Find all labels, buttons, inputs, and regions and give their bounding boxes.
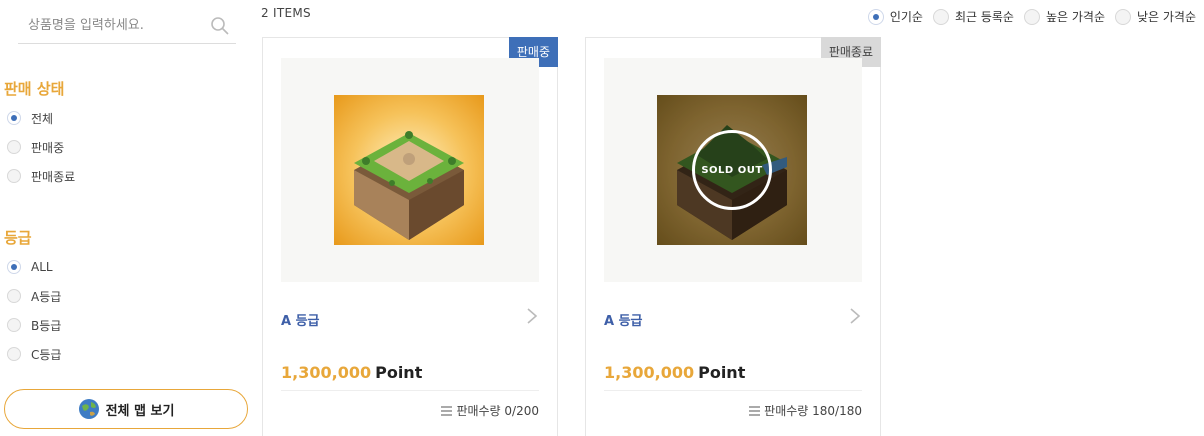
radio-unchecked[interactable] — [1023, 8, 1040, 25]
product-grade: A 등급 — [281, 314, 320, 329]
sale-quantity: 판매수량 0/200 — [441, 402, 539, 419]
sale-status-option-label: 판매종료 — [31, 169, 76, 184]
radio-checked[interactable] — [867, 8, 884, 25]
sort-option-label: 최근 등록순 — [954, 10, 1014, 24]
sale-quantity-text: 판매수량 0/200 — [456, 404, 539, 418]
product-card[interactable]: 판매종료 SOLD OUT A 등급 1,300,000 Point 판매수량 … — [585, 37, 881, 436]
grade-option-label: A등급 — [31, 289, 62, 304]
radio-unchecked[interactable] — [7, 289, 21, 303]
product-card[interactable]: 판매중 A 등급 1,300,000 Point 판매수량 0/200 — [262, 37, 558, 436]
sale-quantity: 판매수량 180/180 — [749, 402, 862, 419]
radio-unchecked[interactable] — [7, 169, 21, 183]
view-full-map-label: 전체 맵 보기 — [105, 403, 175, 419]
sort-option-recent[interactable]: 최근 등록순 — [932, 8, 1014, 25]
sort-option-label: 낮은 가격순 — [1136, 10, 1196, 24]
sale-status-option-ended[interactable]: 판매종료 — [7, 166, 75, 186]
price: 1,300,000 Point — [281, 363, 422, 382]
chevron-right-icon[interactable] — [848, 306, 862, 326]
radio-unchecked[interactable] — [7, 347, 21, 361]
grade-option-b[interactable]: B등급 — [7, 315, 61, 335]
sort-options: 인기순 최근 등록순 높은 가격순 낮은 가격순 — [858, 8, 1196, 25]
price-value: 1,300,000 — [604, 363, 695, 382]
product-image — [334, 95, 484, 245]
grade-option-a[interactable]: A등급 — [7, 286, 61, 306]
search-bar — [18, 6, 236, 44]
divider — [604, 390, 862, 391]
sort-option-label: 높은 가격순 — [1045, 10, 1105, 24]
radio-checked[interactable] — [7, 260, 21, 274]
sold-out-label: SOLD OUT — [692, 130, 772, 210]
grade-option-label: ALL — [31, 260, 53, 274]
chevron-right-icon[interactable] — [525, 306, 539, 326]
sale-quantity-text: 판매수량 180/180 — [764, 404, 862, 418]
grade-option-label: C등급 — [31, 347, 62, 362]
sale-status-title: 판매 상태 — [4, 80, 65, 98]
radio-checked[interactable] — [7, 111, 21, 125]
sort-option-price-low[interactable]: 낮은 가격순 — [1114, 8, 1196, 25]
grade-option-label: B등급 — [31, 318, 62, 333]
sale-status-option-on-sale[interactable]: 판매중 — [7, 137, 64, 157]
price-value: 1,300,000 — [281, 363, 372, 382]
sold-out-overlay: SOLD OUT — [657, 95, 807, 245]
sort-option-popular[interactable]: 인기순 — [867, 8, 923, 25]
divider — [281, 390, 539, 391]
item-count: 2 ITEMS — [261, 6, 311, 20]
search-icon[interactable] — [210, 16, 230, 36]
product-grade: A 등급 — [604, 314, 643, 329]
grade-option-c[interactable]: C등급 — [7, 344, 61, 364]
list-icon — [749, 405, 761, 416]
grade-title: 등급 — [4, 229, 32, 247]
radio-unchecked[interactable] — [1114, 8, 1131, 25]
globe-icon — [78, 399, 99, 419]
radio-unchecked[interactable] — [7, 318, 21, 332]
price-unit: Point — [375, 363, 423, 382]
price: 1,300,000 Point — [604, 363, 745, 382]
product-thumbnail-frame — [281, 58, 539, 282]
price-unit: Point — [698, 363, 746, 382]
sort-option-price-high[interactable]: 높은 가격순 — [1023, 8, 1105, 25]
radio-unchecked[interactable] — [7, 140, 21, 154]
radio-unchecked[interactable] — [932, 8, 949, 25]
view-full-map-button[interactable]: 전체 맵 보기 — [4, 389, 248, 429]
product-thumbnail-frame: SOLD OUT — [604, 58, 862, 282]
search-input[interactable] — [18, 12, 198, 38]
filter-sidebar: 판매 상태 전체 판매중 판매종료 등급 ALL A등급 B등급 C등급 전체 … — [0, 0, 250, 436]
grade-option-all[interactable]: ALL — [7, 257, 53, 277]
sale-status-option-all[interactable]: 전체 — [7, 108, 53, 128]
sort-option-label: 인기순 — [889, 10, 923, 24]
list-icon — [441, 405, 453, 416]
sale-status-option-label: 전체 — [31, 111, 54, 126]
sale-status-option-label: 판매중 — [31, 140, 65, 155]
